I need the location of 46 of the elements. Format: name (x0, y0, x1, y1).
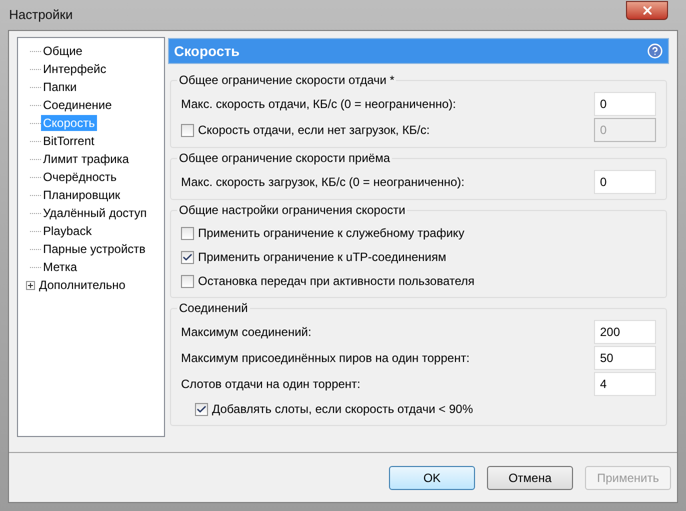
tree-item[interactable]: Планировщик (41, 187, 122, 203)
group-title: Общее ограничение скорости приёма (177, 151, 392, 166)
expand-icon[interactable] (26, 280, 35, 290)
tree-item[interactable]: Парные устройств (41, 241, 148, 257)
checkbox[interactable] (181, 274, 194, 288)
tree-item[interactable]: Playback (41, 223, 94, 239)
tree-item[interactable]: Лимит трафика (41, 151, 131, 167)
field-label: Макс. скорость отдачи, КБ/с (0 = неограниченно): (181, 96, 456, 113)
group-title: Общие настройки ограничения скорости (177, 203, 408, 218)
tree-item[interactable]: Дополнительно (37, 277, 128, 293)
close-button[interactable] (626, 0, 668, 20)
tree-item[interactable]: Общие (41, 43, 84, 59)
window-title: Настройки (8, 6, 73, 24)
close-icon (640, 4, 654, 16)
tree-item[interactable]: Соединение (41, 97, 114, 113)
dialog-button[interactable]: Отмена (487, 466, 573, 490)
number-field[interactable]: 0 (594, 170, 656, 194)
field-label: Максимум присоединённых пиров на один торрент: (181, 350, 470, 367)
number-field[interactable]: 0 (594, 92, 656, 116)
field-label: Слотов отдачи на один торрент: (181, 376, 360, 393)
checkbox-label: Применить ограничение к uTP-соединениям (198, 249, 446, 266)
check-icon (196, 404, 207, 414)
check-icon (182, 252, 193, 262)
field-label: Максимум соединений: (181, 324, 312, 341)
tree-item[interactable]: BitTorrent (41, 133, 96, 149)
checkbox-label: Остановка передач при активности пользователя (198, 273, 474, 290)
tree-item[interactable]: Метка (41, 259, 80, 275)
checkbox[interactable] (181, 250, 194, 264)
group-title: Соединений (177, 301, 250, 316)
checkbox[interactable] (195, 402, 208, 416)
group-title: Общее ограничение скорости отдачи * (177, 73, 396, 88)
panel-title: Скорость (174, 42, 240, 61)
checkbox-label: Применить ограничение к служебному трафику (198, 225, 464, 242)
checkbox[interactable] (181, 226, 194, 240)
number-field[interactable]: 50 (594, 346, 656, 370)
tree-item[interactable]: Папки (41, 79, 79, 95)
number-field[interactable]: 200 (594, 320, 656, 344)
help-icon[interactable] (647, 43, 663, 59)
number-field[interactable]: 4 (594, 372, 656, 396)
tree-item[interactable]: Интерфейс (41, 61, 108, 77)
tree-item[interactable]: Удалённый доступ (41, 205, 149, 221)
field-label: Макс. скорость загрузок, КБ/с (0 = неограниченно): (181, 174, 464, 191)
checkbox-label: Добавлять слоты, если скорость отдачи < 90% (212, 401, 473, 418)
dialog-button[interactable]: OK (389, 466, 475, 490)
tree-item[interactable]: Очерёдность (41, 169, 119, 185)
checkbox-label: Скорость отдачи, если нет загрузок, КБ/с: (198, 122, 430, 139)
